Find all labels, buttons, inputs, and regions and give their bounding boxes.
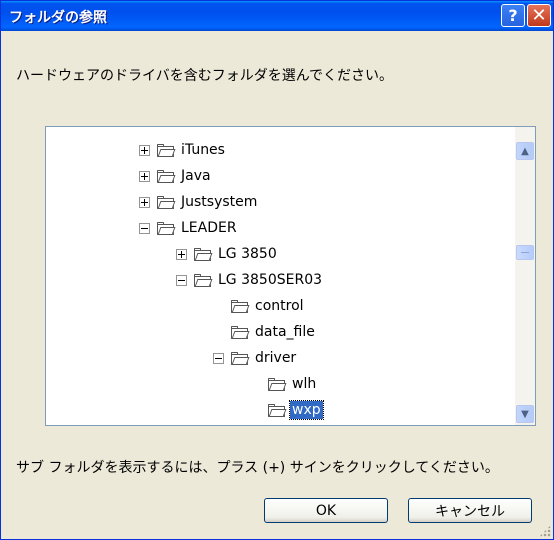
folder-tree-viewport: iTunes Java Justsystem LEADER LG 3850 LG… [46,127,515,425]
tree-item-data-file[interactable]: data_file [213,319,317,345]
tree-item-label: wlh [292,376,317,392]
folder-icon [194,247,213,261]
folder-browse-dialog: フォルダの参照 ? ✕ ハードウェアのドライバを含むフォルダを選んでください。 … [0,0,554,540]
collapse-minus-icon[interactable] [176,274,187,286]
folder-icon [157,169,176,183]
folder-icon [231,299,250,313]
tree-item-label: data_file [255,324,315,340]
expand-plus-icon[interactable] [139,170,150,182]
folder-icon [268,377,287,391]
folder-open-icon [231,351,250,365]
folder-tree[interactable]: iTunes Java Justsystem LEADER LG 3850 LG… [45,126,536,426]
tree-item-label: iTunes [181,142,225,158]
cancel-button[interactable]: キャンセル [408,498,532,523]
tree-item-leader[interactable]: LEADER [139,215,239,241]
tree-item-control[interactable]: control [213,293,306,319]
tree-item-wxp[interactable]: wxp [250,397,324,423]
tree-item-label: Java [181,168,211,184]
tree-item-label: control [255,298,304,314]
hint-text: サブ フォルダを表示するには、プラス (+) サインをクリックしてください。 [16,460,499,476]
tree-item-label: LEADER [181,220,237,236]
help-button[interactable]: ? [501,4,525,27]
tree-item-label: driver [255,350,297,366]
tree-item-justsystem[interactable]: Justsystem [139,189,259,215]
tree-item-label: LG 3850SER03 [218,272,323,288]
instruction-text: ハードウェアのドライバを含むフォルダを選んでください。 [16,68,394,84]
tree-item-driver[interactable]: driver [213,345,298,371]
tree-item-label-selected: wxp [289,400,324,420]
tree-item-label: LG 3850 [218,246,277,262]
scrollbar-thumb[interactable] [516,245,534,260]
tree-item-label: Justsystem [181,194,258,210]
folder-icon [268,403,287,417]
vertical-scrollbar[interactable]: ▲ ▼ [515,127,535,425]
dialog-title: フォルダの参照 [9,10,107,26]
expand-plus-icon[interactable] [139,196,150,208]
tree-item-wlh[interactable]: wlh [250,371,318,397]
resize-grip-icon[interactable] [539,525,551,537]
folder-icon [231,325,250,339]
expand-plus-icon[interactable] [176,248,187,260]
ok-button[interactable]: OK [264,498,388,523]
scroll-down-icon[interactable]: ▼ [516,405,534,423]
tree-item-lg3850[interactable]: LG 3850 [176,241,279,267]
collapse-minus-icon[interactable] [213,352,224,364]
tree-item-lg3850ser03[interactable]: LG 3850SER03 [176,267,324,293]
folder-open-icon [157,221,176,235]
folder-icon [157,143,176,157]
title-bar[interactable]: フォルダの参照 ? ✕ [1,1,553,31]
folder-open-icon [194,273,213,287]
folder-icon [157,195,176,209]
tree-item-play-file[interactable]: play_file [213,421,315,425]
collapse-minus-icon[interactable] [139,222,150,234]
expand-plus-icon[interactable] [139,144,150,156]
close-button[interactable]: ✕ [527,4,551,27]
tree-item-itunes[interactable]: iTunes [139,137,227,163]
tree-item-java[interactable]: Java [139,163,213,189]
scroll-up-icon[interactable]: ▲ [516,142,534,160]
